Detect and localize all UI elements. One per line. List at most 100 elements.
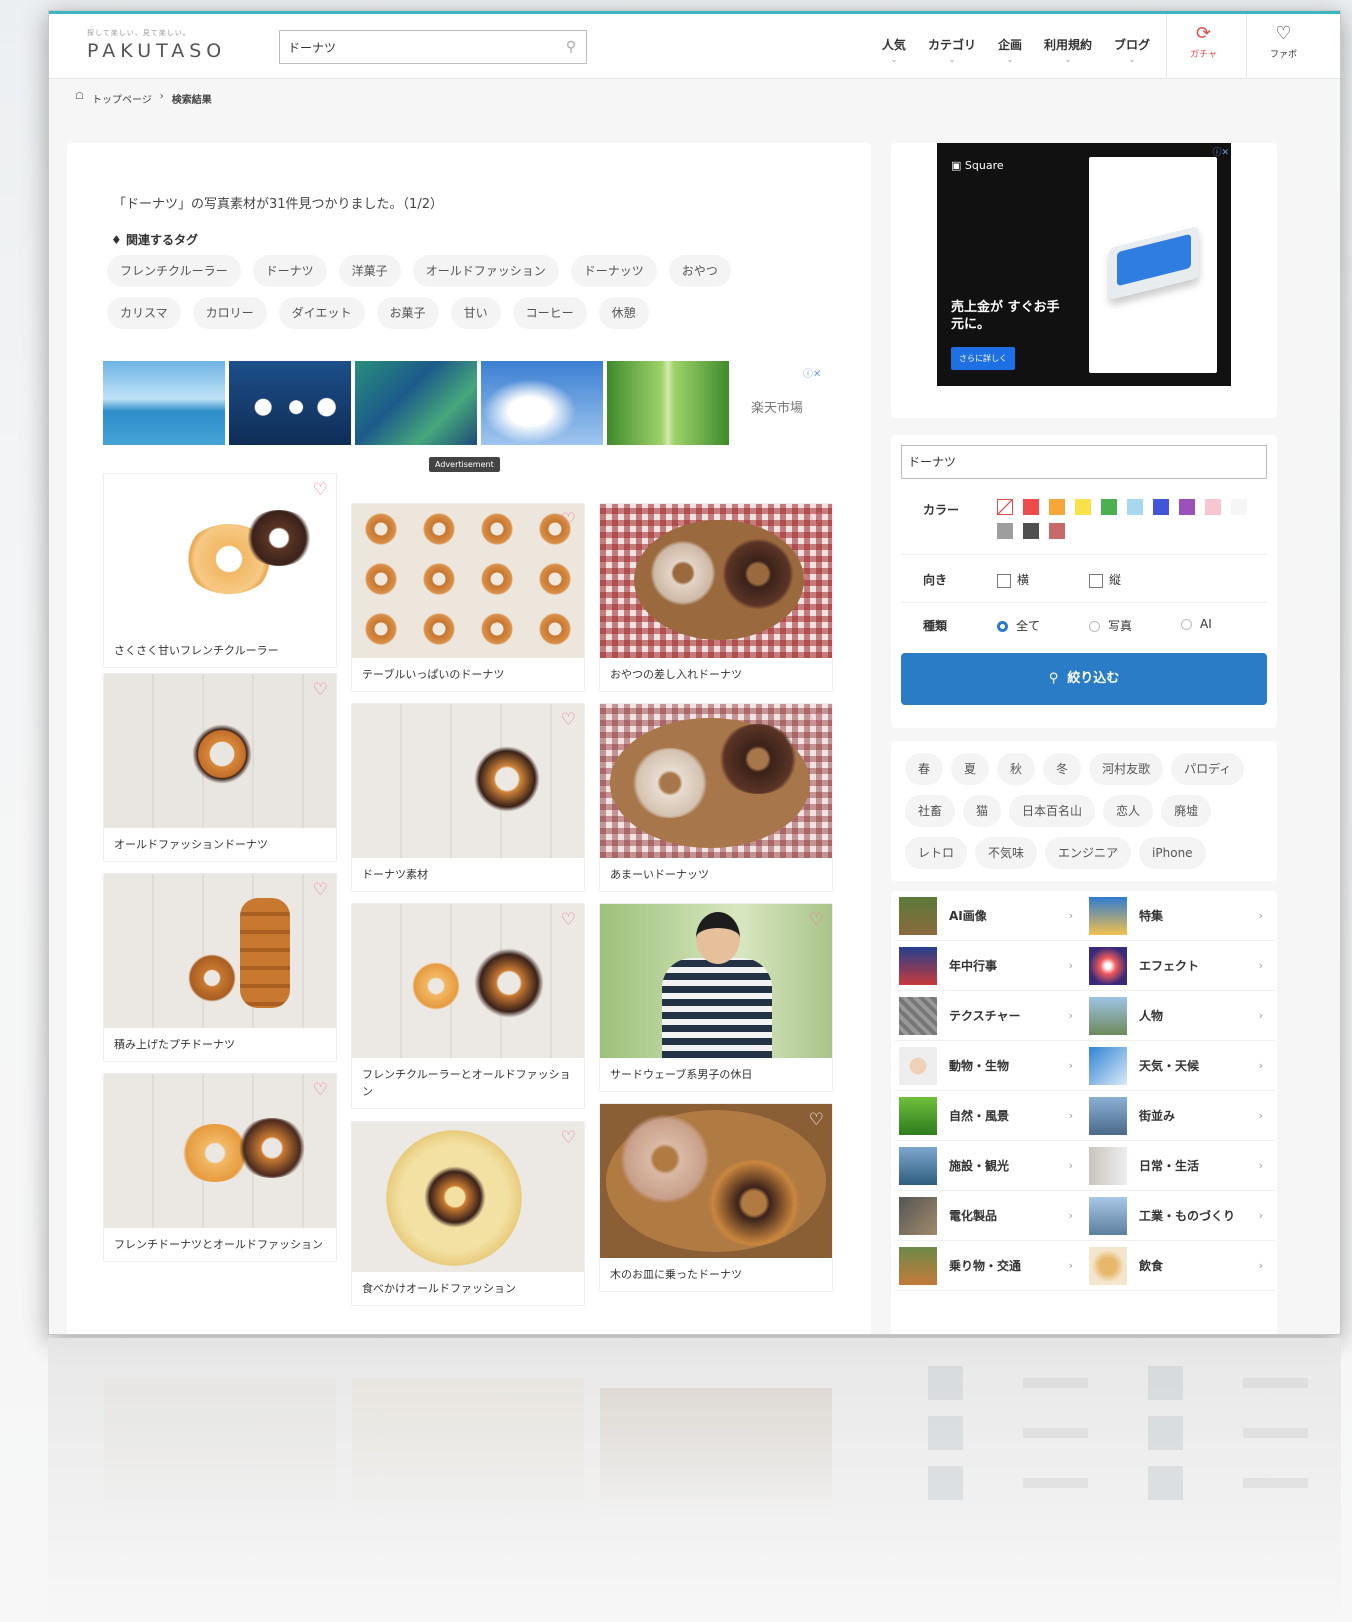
heart-icon[interactable]: ♡ <box>313 480 328 500</box>
color-swatch[interactable] <box>1049 523 1065 539</box>
tag-pill[interactable]: オールドファッション <box>412 255 559 287</box>
ad-choice-icon[interactable]: ⓘ✕ <box>803 365 821 380</box>
color-swatch-none[interactable] <box>997 499 1013 515</box>
category-item[interactable]: 乗り物・交通 › <box>895 1241 1085 1291</box>
photo-card[interactable]: ♡ フレンチクルーラーとオールドファッション <box>351 903 585 1109</box>
tag-pill[interactable]: iPhone <box>1139 837 1206 869</box>
category-item[interactable]: 電化製品 › <box>895 1191 1085 1241</box>
color-swatch[interactable] <box>1101 499 1117 515</box>
heart-icon[interactable]: ♡ <box>313 680 328 700</box>
color-swatch[interactable] <box>1179 499 1195 515</box>
photo-card[interactable]: ♡ 木のお皿に乗ったドーナツ <box>599 1103 833 1292</box>
category-item[interactable]: AI画像 › <box>895 891 1085 941</box>
photo-card[interactable]: ♡ さくさく甘いフレンチクルーラー <box>103 473 337 668</box>
tag-pill[interactable]: ドーナツ <box>252 255 327 287</box>
ad-banner[interactable]: ⓘ✕ 楽天市場 <box>103 361 843 449</box>
color-swatch[interactable] <box>1023 499 1039 515</box>
tag-pill[interactable]: エンジニア <box>1045 837 1132 869</box>
tag-pill[interactable]: 廃墟 <box>1161 795 1212 827</box>
tag-pill[interactable]: カロリー <box>192 297 267 329</box>
photo-card[interactable]: ♡ ドーナツ素材 <box>351 703 585 892</box>
category-item[interactable]: 天気・天候 › <box>1085 1041 1275 1091</box>
type-option-photo[interactable]: 写真 <box>1089 617 1132 634</box>
category-item[interactable]: 街並み › <box>1085 1091 1275 1141</box>
nav-item-terms[interactable]: 利用規約 ⌄ <box>1044 36 1092 64</box>
tag-pill[interactable]: フレンチクルーラー <box>107 255 241 287</box>
heart-icon[interactable]: ♡ <box>561 510 576 530</box>
category-item[interactable]: エフェクト › <box>1085 941 1275 991</box>
category-item[interactable]: 工業・ものづくり › <box>1085 1191 1275 1241</box>
banner-image-forest[interactable] <box>607 361 729 445</box>
gacha-button[interactable]: ⟳ ガチャ <box>1166 14 1240 78</box>
banner-image-rainbow[interactable] <box>103 361 225 445</box>
heart-icon[interactable]: ♡ <box>809 710 824 730</box>
banner-image-sky[interactable] <box>481 361 603 445</box>
category-item[interactable]: 日常・生活 › <box>1085 1141 1275 1191</box>
banner-image-pond[interactable] <box>355 361 477 445</box>
heart-icon[interactable]: ♡ <box>809 910 824 930</box>
tag-pill[interactable]: 秋 <box>997 753 1036 785</box>
nav-item-popular[interactable]: 人気 ⌄ <box>882 36 906 64</box>
category-item[interactable]: 動物・生物 › <box>895 1041 1085 1091</box>
type-option-all[interactable]: 全て <box>997 617 1040 634</box>
tag-pill[interactable]: 冬 <box>1043 753 1082 785</box>
tag-pill[interactable]: 不気味 <box>975 837 1038 869</box>
tag-pill[interactable]: ドーナッツ <box>570 255 657 287</box>
category-item[interactable]: 自然・風景 › <box>895 1091 1085 1141</box>
category-item[interactable]: 施設・観光 › <box>895 1141 1085 1191</box>
category-item[interactable]: テクスチャー › <box>895 991 1085 1041</box>
orientation-option-landscape[interactable]: 横 <box>997 571 1029 588</box>
breadcrumb-home[interactable]: トップページ <box>92 91 152 106</box>
heart-icon[interactable]: ♡ <box>561 1128 576 1148</box>
heart-icon[interactable]: ♡ <box>561 910 576 930</box>
photo-card[interactable]: ♡ 食べかけオールドファッション <box>351 1121 585 1306</box>
category-item[interactable]: 飲食 › <box>1085 1241 1275 1291</box>
ad-cta-button[interactable]: さらに詳しく <box>951 347 1015 370</box>
tag-pill[interactable]: 恋人 <box>1103 795 1154 827</box>
photo-card[interactable]: ♡ 積み上げたプチドーナツ <box>103 873 337 1062</box>
color-swatch[interactable] <box>1231 499 1247 515</box>
color-swatch[interactable] <box>1075 499 1091 515</box>
tag-pill[interactable]: カリスマ <box>107 297 181 329</box>
tag-pill[interactable]: おやつ <box>668 255 731 287</box>
tag-pill[interactable]: 猫 <box>963 795 1002 827</box>
tag-pill[interactable]: 日本百名山 <box>1009 795 1096 827</box>
category-item[interactable]: 特集 › <box>1085 891 1275 941</box>
site-logo[interactable]: 探して楽しい、見て楽しい。 PAKUTASO <box>87 28 237 62</box>
color-swatch[interactable] <box>1205 499 1221 515</box>
photo-card[interactable]: ♡ サードウェーブ系男子の休日 <box>599 903 833 1092</box>
heart-icon[interactable]: ♡ <box>313 880 328 900</box>
nav-item-category[interactable]: カテゴリ ⌄ <box>928 36 976 64</box>
tag-pill[interactable]: 夏 <box>951 753 990 785</box>
search-input[interactable] <box>280 31 556 63</box>
tag-pill[interactable]: お菓子 <box>376 297 439 329</box>
category-item[interactable]: 人物 › <box>1085 991 1275 1041</box>
nav-item-features[interactable]: 企画 ⌄ <box>998 36 1022 64</box>
orientation-option-portrait[interactable]: 縦 <box>1089 571 1121 588</box>
tag-pill[interactable]: ダイエット <box>278 297 365 329</box>
color-swatch[interactable] <box>1049 499 1065 515</box>
photo-card[interactable]: ♡ テーブルいっぱいのドーナツ <box>351 503 585 692</box>
narrow-search-button[interactable]: ⚲ 絞り込む <box>901 653 1267 705</box>
type-option-ai[interactable]: AI <box>1181 617 1212 631</box>
photo-card[interactable]: ♡ オールドファッションドーナツ <box>103 673 337 862</box>
fav-button[interactable]: ♡ ファボ <box>1246 14 1320 78</box>
ad-close-icon[interactable]: ⓘ✕ <box>1212 145 1229 158</box>
tag-pill[interactable]: 河村友歌 <box>1089 753 1164 785</box>
tag-pill[interactable]: レトロ <box>905 837 968 869</box>
square-ad[interactable]: ▣ Square 売上金が すぐお手元に。 さらに詳しく ⓘ✕ <box>937 143 1231 386</box>
tag-pill[interactable]: 甘い <box>450 297 501 329</box>
color-swatch[interactable] <box>1127 499 1143 515</box>
photo-card[interactable]: ♡ おやつの差し入れドーナツ <box>599 503 833 692</box>
heart-icon[interactable]: ♡ <box>313 1080 328 1100</box>
color-swatch[interactable] <box>1153 499 1169 515</box>
filter-keyword-input[interactable]: ドーナツ <box>901 445 1267 479</box>
heart-icon[interactable]: ♡ <box>561 710 576 730</box>
banner-image-birds[interactable] <box>229 361 351 445</box>
color-swatch[interactable] <box>997 523 1013 539</box>
photo-card[interactable]: ♡ フレンチドーナツとオールドファッション <box>103 1073 337 1262</box>
nav-item-blog[interactable]: ブログ ⌄ <box>1114 36 1150 64</box>
photo-card[interactable]: ♡ あまーいドーナッツ <box>599 703 833 892</box>
color-swatch[interactable] <box>1023 523 1039 539</box>
search-icon[interactable]: ⚲ <box>556 39 586 55</box>
